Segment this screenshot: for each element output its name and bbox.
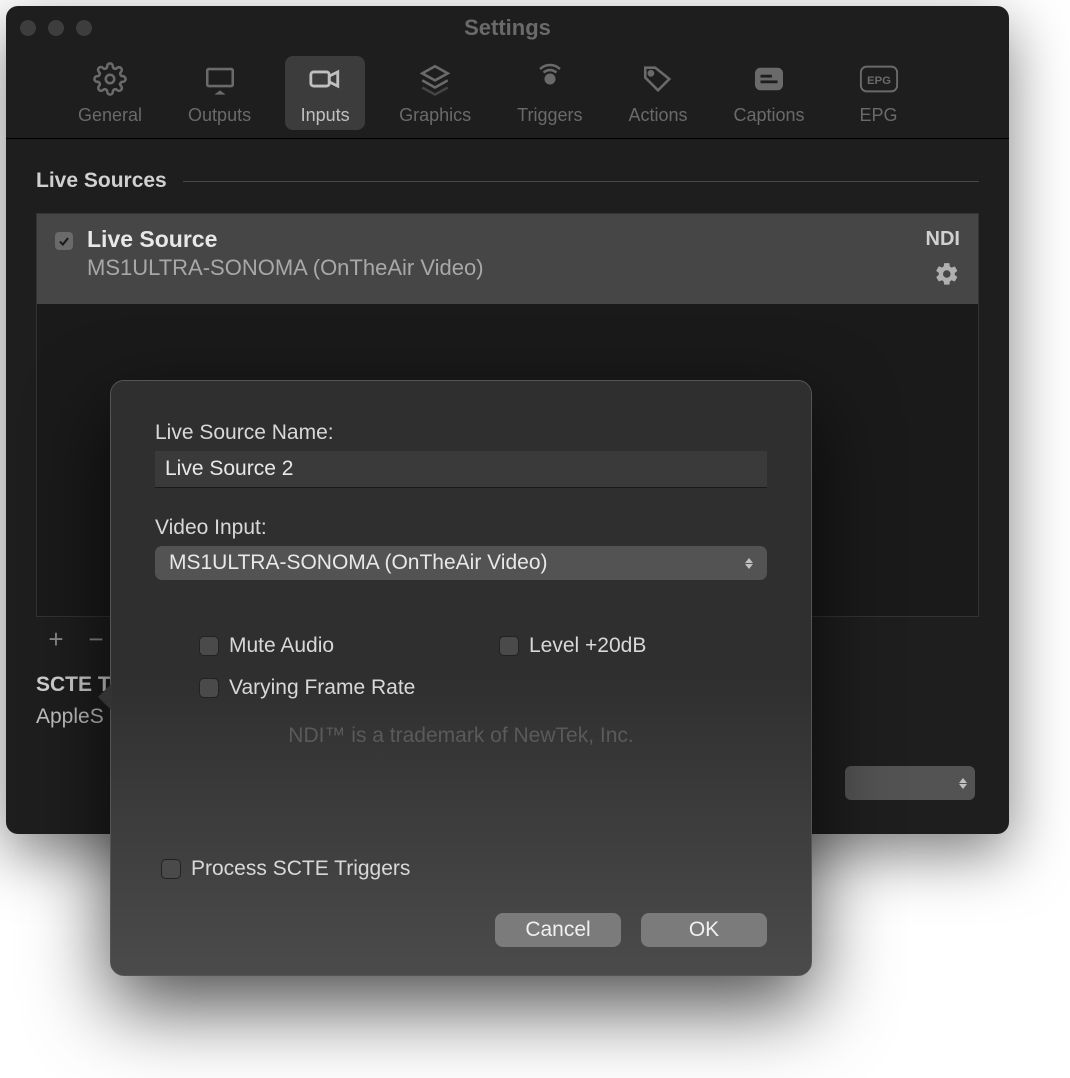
live-source-row[interactable]: Live Source MS1ULTRA-SONOMA (OnTheAir Vi…: [37, 214, 978, 304]
tab-label: Outputs: [188, 105, 251, 126]
popover-arrow: [98, 683, 112, 711]
checkbox-grid: Mute Audio Level +20dB Varying Frame Rat…: [199, 634, 767, 700]
tab-label: Inputs: [301, 105, 350, 126]
toolbar: General Outputs Inputs Graphics: [6, 50, 1009, 139]
video-input-label: Video Input:: [155, 516, 767, 540]
section-header-live-sources: Live Sources: [36, 169, 979, 193]
updown-icon: [745, 558, 753, 569]
source-badge: NDI: [926, 228, 960, 251]
tab-general[interactable]: General: [66, 56, 154, 130]
checkbox-box: [499, 636, 519, 656]
ok-button[interactable]: OK: [641, 913, 767, 947]
divider: [183, 181, 979, 182]
tab-epg[interactable]: EPG EPG: [839, 56, 919, 130]
tab-label: Actions: [628, 105, 687, 126]
remove-source-button[interactable]: −: [82, 625, 110, 653]
epg-icon: EPG: [859, 62, 899, 101]
add-source-button[interactable]: +: [42, 625, 70, 653]
tab-label: Captions: [734, 105, 805, 126]
checkbox-box: [199, 678, 219, 698]
tab-inputs[interactable]: Inputs: [285, 56, 365, 130]
tab-triggers[interactable]: Triggers: [505, 56, 594, 130]
cancel-button[interactable]: Cancel: [495, 913, 621, 947]
traffic-lights: [20, 20, 92, 36]
tab-label: EPG: [860, 105, 898, 126]
source-enabled-checkbox[interactable]: [55, 232, 73, 250]
name-label: Live Source Name:: [155, 421, 767, 445]
trademark-text: NDI™ is a trademark of NewTek, Inc.: [155, 724, 767, 748]
gear-icon: [90, 62, 130, 101]
level-20db-checkbox[interactable]: Level +20dB: [499, 634, 767, 658]
captions-icon: [749, 62, 789, 101]
tag-icon: [638, 62, 678, 101]
close-window-button[interactable]: [20, 20, 36, 36]
varying-frame-rate-checkbox[interactable]: Varying Frame Rate: [199, 676, 499, 700]
source-detail: MS1ULTRA-SONOMA (OnTheAir Video): [87, 255, 912, 281]
checkbox-box: [161, 859, 181, 879]
source-labels: Live Source MS1ULTRA-SONOMA (OnTheAir Vi…: [87, 226, 912, 281]
svg-text:EPG: EPG: [867, 75, 891, 87]
updown-icon: [959, 778, 967, 789]
tab-label: Triggers: [517, 105, 582, 126]
source-name: Live Source: [87, 226, 912, 253]
source-settings-button[interactable]: [934, 261, 960, 292]
display-icon: [200, 62, 240, 101]
button-row: Cancel OK: [155, 913, 767, 947]
tab-outputs[interactable]: Outputs: [176, 56, 263, 130]
video-input-select[interactable]: MS1ULTRA-SONOMA (OnTheAir Video): [155, 546, 767, 580]
checkbox-label: Varying Frame Rate: [229, 676, 415, 700]
mute-audio-checkbox[interactable]: Mute Audio: [199, 634, 499, 658]
sensor-icon: [530, 62, 570, 101]
checkbox-label: Mute Audio: [229, 634, 334, 658]
edit-source-popover: Live Source Name: Video Input: MS1ULTRA-…: [110, 380, 812, 976]
video-input-value: MS1ULTRA-SONOMA (OnTheAir Video): [169, 551, 548, 575]
source-name-input[interactable]: [155, 451, 767, 488]
tab-actions[interactable]: Actions: [616, 56, 699, 130]
tab-captions[interactable]: Captions: [722, 56, 817, 130]
tab-graphics[interactable]: Graphics: [387, 56, 483, 130]
camera-icon: [305, 62, 345, 101]
layers-icon: [415, 62, 455, 101]
minimize-window-button[interactable]: [48, 20, 64, 36]
titlebar: Settings: [6, 6, 1009, 50]
tab-label: General: [78, 105, 142, 126]
window-title: Settings: [464, 15, 551, 41]
section-title: Live Sources: [36, 169, 167, 193]
scte-select[interactable]: [845, 766, 975, 800]
checkbox-label: Level +20dB: [529, 634, 646, 658]
tab-label: Graphics: [399, 105, 471, 126]
zoom-window-button[interactable]: [76, 20, 92, 36]
checkbox-box: [199, 636, 219, 656]
checkbox-label: Process SCTE Triggers: [191, 857, 410, 881]
process-scte-checkbox[interactable]: Process SCTE Triggers: [161, 857, 767, 881]
